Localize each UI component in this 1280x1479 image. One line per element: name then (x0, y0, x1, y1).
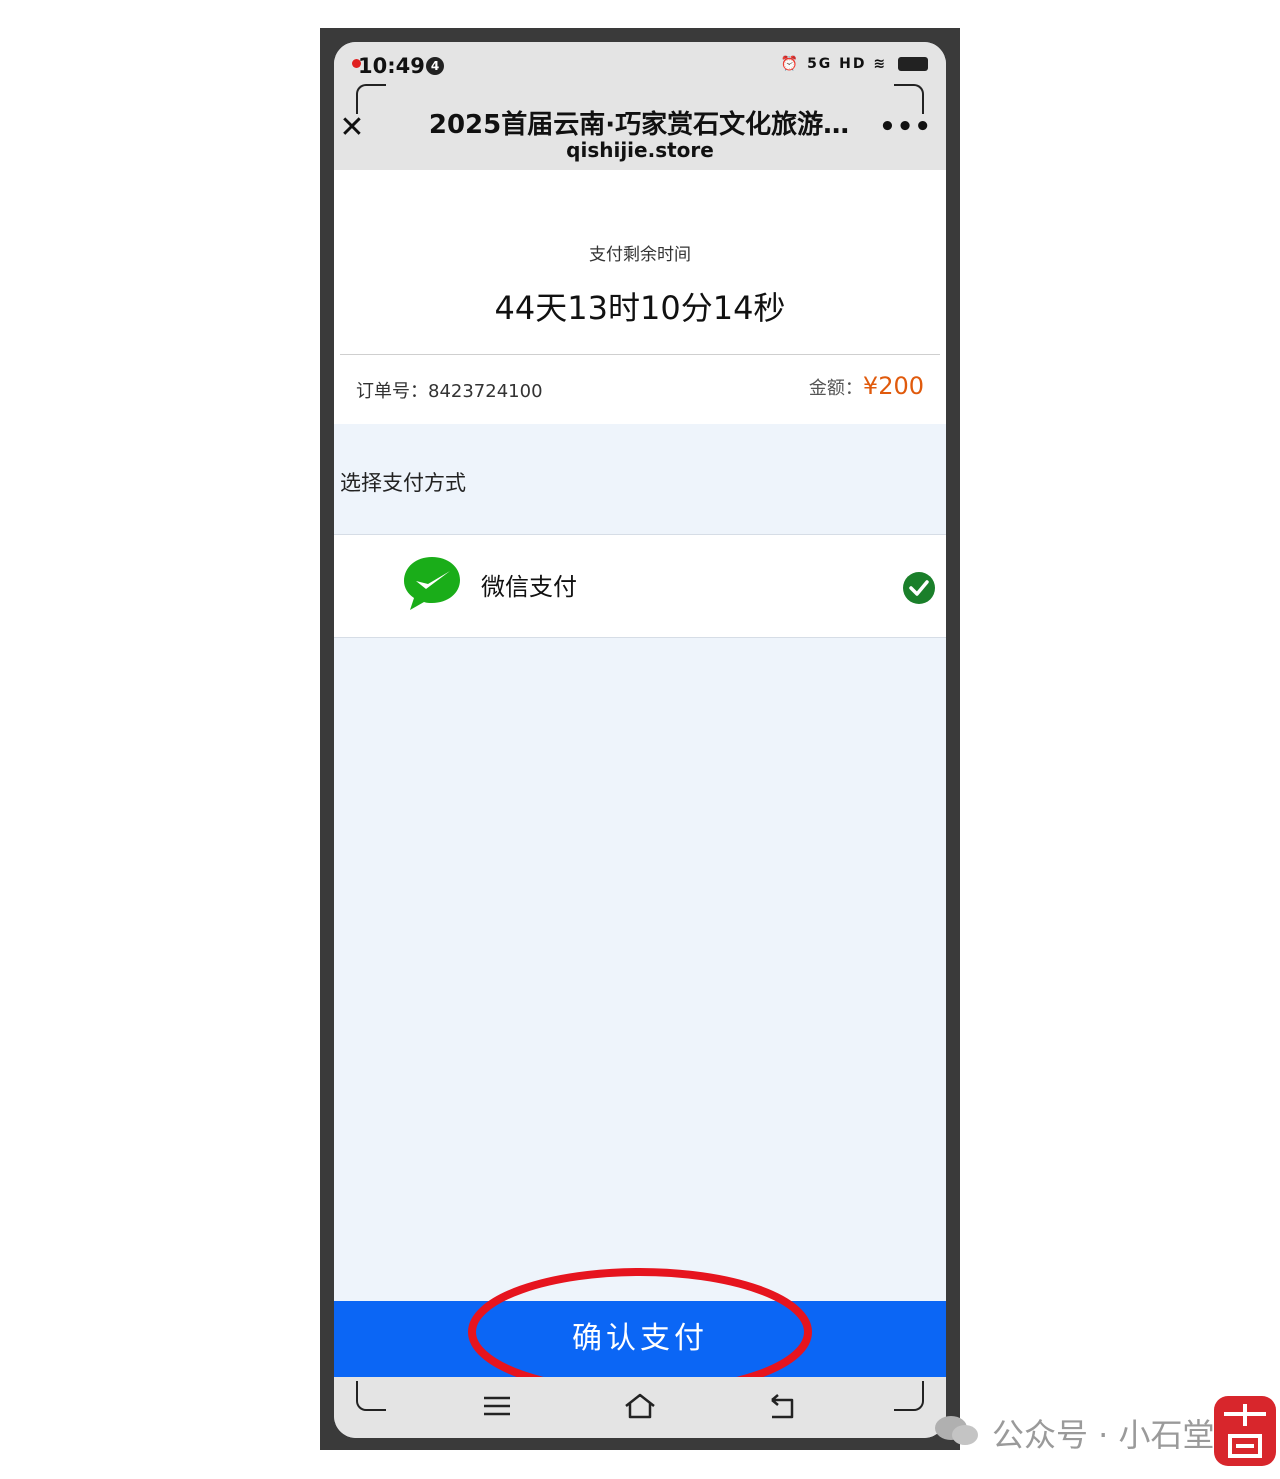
page-title: 2025首届云南·巧家赏石文化旅游… (428, 110, 850, 140)
payment-summary-card: 支付剩余时间 44天13时10分14秒 订单号：8423724100 金额：¥2… (334, 170, 946, 424)
home-icon[interactable] (623, 1391, 657, 1421)
back-icon[interactable] (764, 1391, 798, 1421)
watermark-text: 公众号 · 小石堂 (992, 1416, 1215, 1454)
confirm-payment-button[interactable]: 确认支付 (334, 1301, 946, 1377)
wechat-official-account-icon (935, 1416, 978, 1445)
wifi-icon: ≋ (873, 56, 888, 72)
payment-method-label: 微信支付 (481, 573, 577, 601)
order-number: 订单号：8423724100 (356, 381, 543, 402)
seal-logo (1214, 1396, 1276, 1466)
browser-header: 10:49 4 ⏰ 5G HD ≋ ✕ 2025首届云南·巧家赏石文化旅游… q… (334, 42, 946, 170)
payment-section-title: 选择支付方式 (340, 471, 466, 495)
more-button[interactable]: ••• (879, 112, 932, 142)
menu-icon[interactable] (480, 1391, 514, 1421)
more-dots-icon: ••• (879, 112, 932, 142)
status-icons: ⏰ 5G HD ≋ (781, 56, 928, 72)
amount-value: ¥200 (862, 372, 924, 400)
frame-corner-icon (894, 84, 924, 114)
page-domain: qishijie.store (566, 138, 714, 162)
countdown-value: 44天13时10分14秒 (494, 289, 786, 327)
battery-icon (898, 57, 928, 71)
payment-method-wechat[interactable]: 微信支付 (334, 534, 946, 638)
network-label: 5G HD (807, 56, 867, 72)
page: 10:49 4 ⏰ 5G HD ≋ ✕ 2025首届云南·巧家赏石文化旅游… q… (0, 0, 1280, 1479)
frame-corner-icon (894, 1381, 924, 1411)
system-nav-bar (334, 1377, 946, 1438)
amount-label: 金额： (808, 378, 863, 399)
status-time: 10:49 (358, 54, 425, 78)
amount-row: 金额：¥200 (809, 372, 924, 400)
notification-count-badge: 4 (426, 57, 444, 75)
phone-screen: 10:49 4 ⏰ 5G HD ≋ ✕ 2025首届云南·巧家赏石文化旅游… q… (334, 42, 946, 1438)
frame-corner-icon (356, 1381, 386, 1411)
countdown-label: 支付剩余时间 (589, 245, 691, 265)
divider (340, 354, 940, 355)
selected-check-icon (903, 572, 935, 604)
alarm-icon: ⏰ (780, 56, 801, 72)
wechat-pay-icon (404, 557, 460, 610)
